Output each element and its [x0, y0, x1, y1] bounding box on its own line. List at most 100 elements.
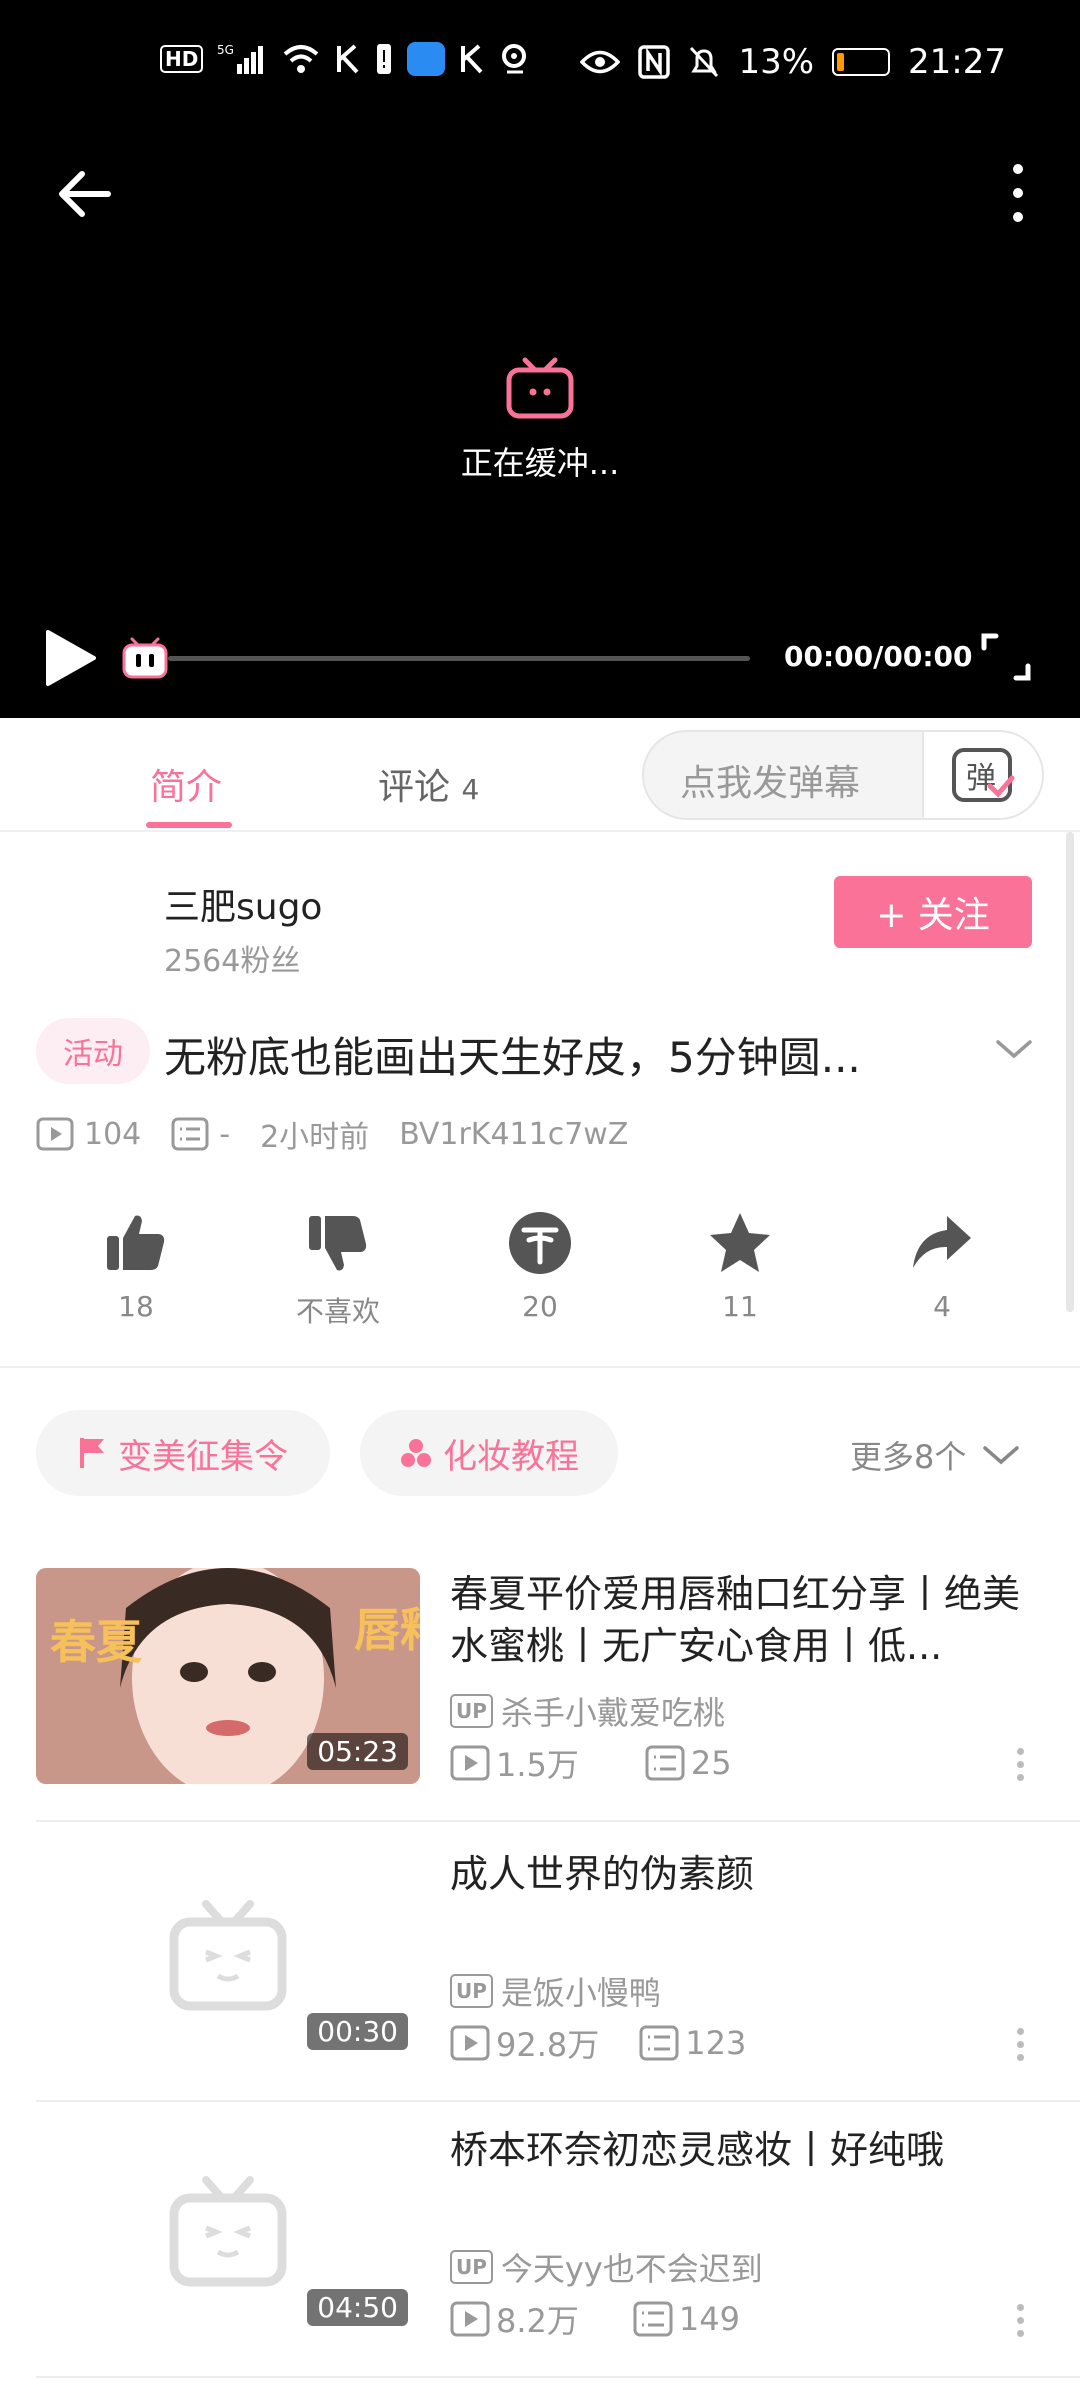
play-count-icon [450, 2025, 490, 2061]
related-video-item[interactable]: 04:50 桥本环奈初恋灵感妆丨好纯哦 UP 今天yy也不会迟到 8.2万 14… [0, 2124, 1080, 2400]
thumb-text-left-1: 春夏 [50, 1615, 143, 1669]
uploader-name[interactable]: 三肥sugo [164, 878, 322, 930]
battery-icon [832, 48, 891, 76]
related-stats: 1.5万 25 [450, 1740, 732, 1786]
related-title: 春夏平价爱用唇釉口红分享丨绝美水蜜桃丨无广安心食用丨低... [450, 1572, 1021, 1668]
related-danmaku: 123 [685, 2024, 747, 2062]
danmaku-count-icon [645, 1745, 685, 1781]
video-player[interactable]: HD 5G 13% 21:27 正在缓冲... 00:00/00:00 [0, 0, 1080, 718]
progress-handle-icon[interactable] [120, 636, 170, 680]
fullscreen-icon[interactable] [980, 632, 1032, 682]
play-count-icon [450, 2301, 490, 2337]
up-badge-icon: UP [450, 2250, 493, 2284]
status-left-icons: HD 5G [160, 42, 533, 76]
bvid: BV1rK411c7wZ [399, 1116, 629, 1152]
favorite-count: 11 [722, 1290, 758, 1323]
placeholder-tv-icon [169, 1900, 287, 2011]
video-thumbnail[interactable]: 00:30 [36, 1848, 420, 2064]
play-icon[interactable] [44, 628, 98, 688]
tag-beauty-challenge[interactable]: 变美征集令 [36, 1410, 330, 1496]
danmaku-count-icon [633, 2301, 673, 2337]
svg-text:5G: 5G [217, 43, 234, 57]
circles-icon [401, 1439, 431, 1467]
uploader-label: 是饭小慢鸭 [500, 1974, 661, 2012]
time-ago: 2小时前 [260, 1120, 370, 1155]
coin-button[interactable]: 20 [470, 1210, 610, 1323]
view-count: 104 [84, 1116, 142, 1152]
related-video-item[interactable]: 春夏 唇釉 05:23 春夏平价爱用唇釉口红分享丨绝美水蜜桃丨无广安心食用丨低.… [0, 1568, 1080, 1844]
activity-badge[interactable]: 活动 [36, 1018, 150, 1084]
share-button[interactable]: 4 [872, 1210, 1012, 1323]
video-duration: 00:30 [307, 2013, 408, 2050]
k-app-icon [337, 44, 359, 74]
related-video-item[interactable]: 00:30 成人世界的伪素颜 UP 是饭小慢鸭 92.8万 123 [0, 1848, 1080, 2124]
video-thumbnail[interactable]: 春夏 唇釉 05:23 [36, 1568, 420, 1784]
more-options-icon[interactable] [1012, 2304, 1028, 2344]
k-app-icon-2 [461, 44, 483, 74]
share-count: 4 [933, 1290, 951, 1323]
scrollbar[interactable] [1066, 832, 1074, 1312]
nfc-icon [638, 45, 671, 79]
related-title: 成人世界的伪素颜 [450, 1852, 755, 1896]
video-duration: 04:50 [307, 2289, 408, 2326]
danmaku-count-icon [639, 2025, 679, 2061]
more-tags-button[interactable]: 更多8个 [850, 1432, 1020, 1478]
more-options-icon[interactable] [1010, 164, 1026, 224]
list-divider [36, 2100, 1080, 2102]
tab-comments-count: 4 [461, 773, 480, 806]
placeholder-tv-icon [169, 2176, 287, 2287]
danmaku-placeholder: 点我发弹幕 [680, 763, 861, 804]
favorite-button[interactable]: 11 [670, 1210, 810, 1323]
danmaku-input[interactable]: 点我发弹幕 弹 [642, 730, 1044, 820]
thumbs-down-icon [309, 1216, 367, 1271]
video-meta: 104 - 2小时前 BV1rK411c7wZ [36, 1112, 628, 1156]
video-thumbnail[interactable]: 04:50 [36, 2124, 420, 2340]
dislike-button[interactable]: 不喜欢 [268, 1210, 408, 1330]
thumb-text-right: 唇釉 [354, 1603, 420, 1657]
play-count-icon [450, 1745, 490, 1781]
star-icon [710, 1213, 770, 1272]
tab-intro[interactable]: 简介 [150, 758, 222, 810]
play-count-icon [36, 1117, 74, 1151]
alert-icon [377, 44, 392, 74]
section-divider [0, 1366, 1080, 1368]
related-stats: 92.8万 123 [450, 2020, 746, 2066]
share-icon [913, 1216, 971, 1268]
tag-makeup-tutorial[interactable]: 化妆教程 [360, 1410, 618, 1496]
related-uploader[interactable]: UP 杀手小戴爱吃桃 [450, 1688, 725, 1734]
danmaku-toggle-button[interactable]: 弹 [922, 732, 1042, 818]
mute-bell-icon [690, 46, 719, 78]
follow-button[interactable]: + 关注 [834, 876, 1032, 948]
related-danmaku: 25 [690, 1744, 732, 1782]
uploader-label: 今天yy也不会迟到 [500, 2250, 763, 2288]
coin-count: 20 [522, 1290, 558, 1323]
danmaku-count: - [219, 1116, 231, 1152]
coin-icon [509, 1212, 571, 1274]
danmaku-count-icon [171, 1117, 209, 1151]
up-badge-icon: UP [450, 1694, 493, 1728]
more-options-icon[interactable] [1012, 1748, 1028, 1788]
clock: 21:27 [908, 42, 1006, 82]
uploader-label: 杀手小戴爱吃桃 [500, 1694, 725, 1732]
related-title: 桥本环奈初恋灵感妆丨好纯哦 [450, 2128, 945, 2172]
video-title: 无粉底也能画出天生好皮，5分钟圆... [164, 1033, 861, 1082]
back-arrow-icon[interactable] [56, 166, 112, 222]
wifi-icon [284, 45, 319, 73]
related-stats: 8.2万 149 [450, 2296, 740, 2342]
action-bar: 18 不喜欢 20 11 4 [0, 1210, 1080, 1340]
like-button[interactable]: 18 [66, 1210, 206, 1323]
progress-bar[interactable] [168, 656, 750, 661]
tag-label: 化妆教程 [443, 1436, 579, 1477]
related-uploader[interactable]: UP 是饭小慢鸭 [450, 1968, 661, 2014]
related-views: 1.5万 [496, 1746, 579, 1784]
playback-time: 00:00/00:00 [784, 640, 973, 673]
tab-comments[interactable]: 评论 4 [378, 758, 479, 810]
more-options-icon[interactable] [1012, 2028, 1028, 2068]
related-danmaku: 149 [678, 2300, 740, 2338]
related-uploader[interactable]: UP 今天yy也不会迟到 [450, 2244, 763, 2290]
tab-indicator [146, 822, 232, 828]
buffering-indicator: 正在缓冲... [400, 356, 680, 484]
buffering-text: 正在缓冲... [460, 444, 620, 482]
related-views: 92.8万 [496, 2026, 600, 2064]
expand-chevron-icon[interactable] [994, 1034, 1034, 1064]
